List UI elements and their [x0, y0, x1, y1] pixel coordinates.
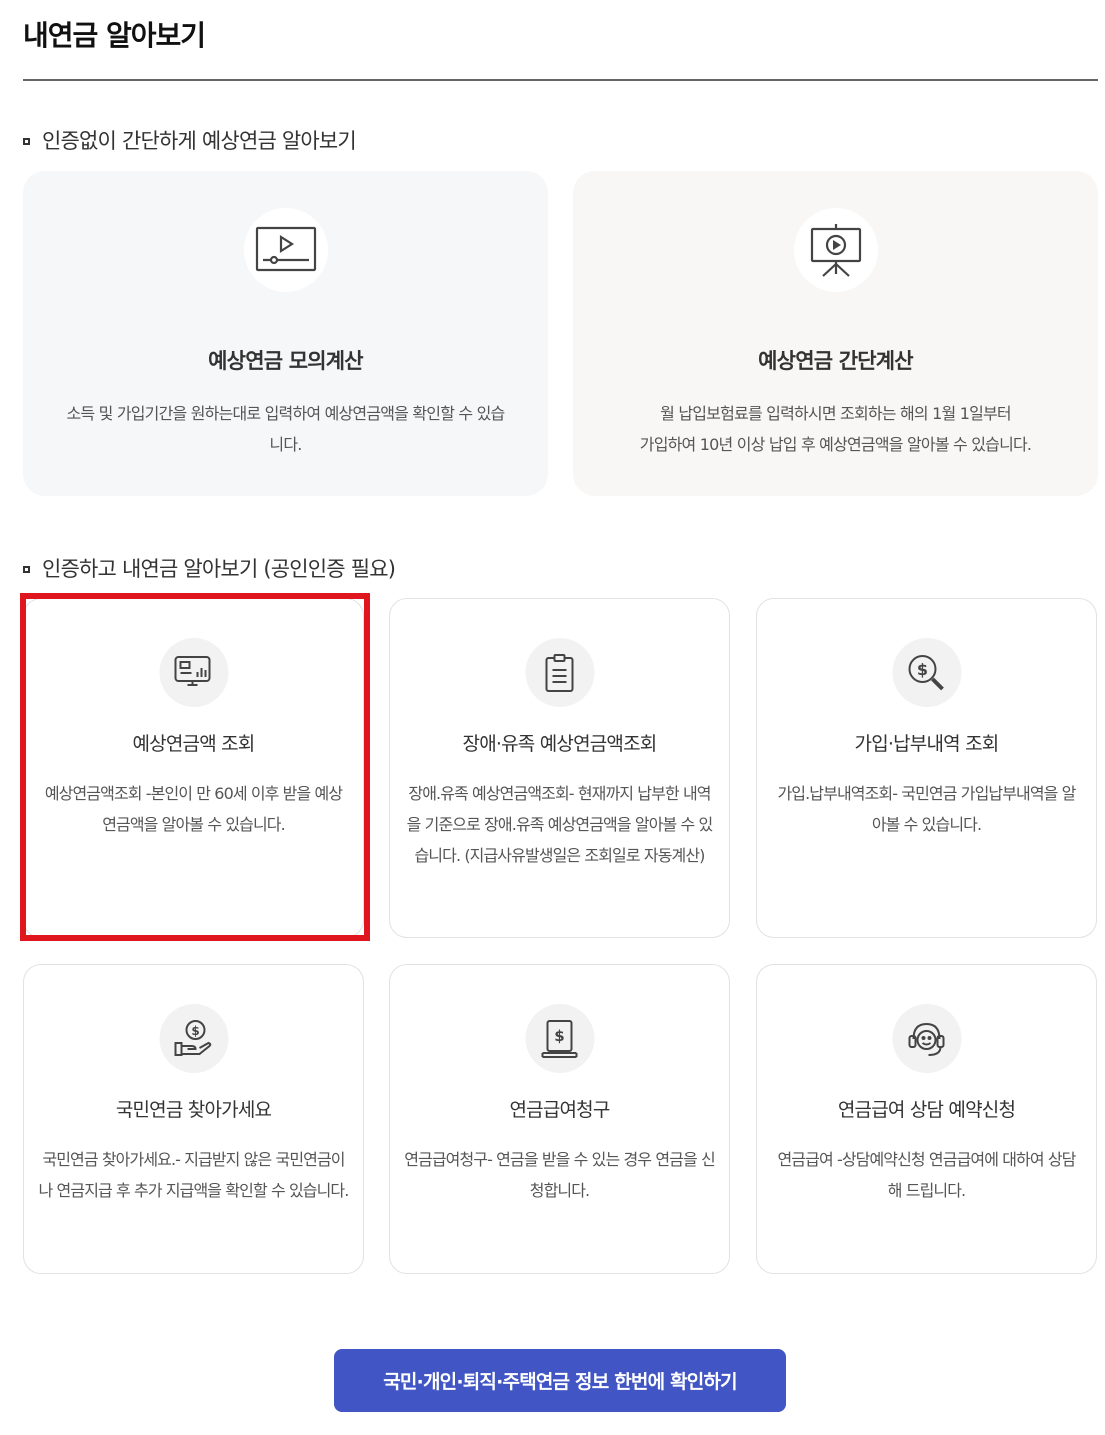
card-subscription-payment-inquiry[interactable]: $ 가입·납부내역 조회 가입.납부내역조회- 국민연금 가입납부내역을 알아볼… [756, 598, 1097, 938]
section-heading-auth: 인증하고 내연금 알아보기 (공인인증 필요) [23, 553, 396, 583]
headset-icon [892, 1004, 961, 1073]
card-title: 예상연금 간단계산 [758, 349, 913, 373]
hand-coin-icon: $ [159, 1004, 228, 1073]
presentation-board-icon [793, 208, 878, 292]
all-pension-info-button[interactable]: 국민·개인·퇴직·주택연금 정보 한번에 확인하기 [334, 1349, 786, 1412]
card-title: 장애·유족 예상연금액조회 [462, 733, 658, 755]
card-title: 예상연금 모의계산 [208, 349, 363, 373]
svg-text:$: $ [554, 1027, 564, 1045]
square-bullet-icon [23, 565, 30, 573]
clipboard-list-icon [525, 638, 594, 707]
section-heading-text: 인증없이 간단하게 예상연금 알아보기 [42, 129, 357, 153]
dollar-search-icon: $ [892, 638, 961, 707]
card-find-pension[interactable]: $ 국민연금 찾아가세요 국민연금 찾아가세요.- 지급받지 않은 국민연금이나… [23, 964, 364, 1274]
card-simple-calculation[interactable]: 예상연금 간단계산 월 납입보험료를 입력하시면 조회하는 해의 1월 1일부터… [573, 171, 1098, 496]
card-description: 연금급여청구- 연금을 받을 수 있는 경우 연금을 신청합니다. [404, 1150, 715, 1200]
card-description: 예상연금액조회 -본인이 만 60세 이후 받을 예상연금액을 알아볼 수 있습… [44, 784, 343, 834]
card-description: 월 납입보험료를 입력하시면 조회하는 해의 1월 1일부터 가입하여 10년 … [613, 398, 1058, 460]
monitor-chart-icon [159, 638, 228, 707]
card-description: 소득 및 가입기간을 원하는대로 입력하여 예상연금액을 확인할 수 있습니다. [66, 404, 506, 454]
card-disability-survivor-inquiry[interactable]: 장애·유족 예상연금액조회 장애.유족 예상연금액조회- 현재까지 납부한 내역… [389, 598, 730, 938]
card-description-line: 월 납입보험료를 입력하시면 조회하는 해의 1월 1일부터 [660, 404, 1012, 423]
card-simulation-calculation[interactable]: 예상연금 모의계산 소득 및 가입기간을 원하는대로 입력하여 예상연금액을 확… [23, 171, 548, 496]
svg-text:$: $ [917, 660, 928, 679]
card-description: 국민연금 찾아가세요.- 지급받지 않은 국민연금이나 연금지급 후 추가 지급… [38, 1150, 350, 1200]
page-title: 내연금 알아보기 [23, 19, 206, 52]
card-description-line: 가입하여 10년 이상 납입 후 예상연금액을 알아볼 수 있습니다. [639, 435, 1032, 454]
card-title: 국민연금 찾아가세요 [115, 1099, 272, 1121]
dollar-document-icon: $ [525, 1004, 594, 1073]
card-title: 연금급여 상담 예약신청 [837, 1099, 1016, 1121]
card-expected-pension-inquiry[interactable]: 예상연금액 조회 예상연금액조회 -본인이 만 60세 이후 받을 예상연금액을… [23, 598, 364, 938]
card-description: 가입.납부내역조회- 국민연금 가입납부내역을 알아볼 수 있습니다. [777, 784, 1076, 834]
card-title: 가입·납부내역 조회 [854, 733, 1000, 755]
card-pension-benefit-claim[interactable]: $ 연금급여청구 연금급여청구- 연금을 받을 수 있는 경우 연금을 신청합니… [389, 964, 730, 1274]
card-description: 장애.유족 예상연금액조회- 현재까지 납부한 내역을 기준으로 장애.유족 예… [406, 784, 714, 865]
section-heading-text: 인증하고 내연금 알아보기 (공인인증 필요) [42, 557, 396, 581]
card-description: 연금급여 -상담예약신청 연금급여에 대하여 상담해 드립니다. [777, 1150, 1076, 1200]
svg-text:$: $ [191, 1024, 199, 1038]
section-heading-no-auth: 인증없이 간단하게 예상연금 알아보기 [23, 125, 357, 155]
square-bullet-icon [23, 137, 30, 145]
card-title: 연금급여청구 [509, 1099, 610, 1121]
title-divider [23, 79, 1098, 81]
video-player-icon [243, 208, 328, 292]
card-benefit-consultation-reservation[interactable]: 연금급여 상담 예약신청 연금급여 -상담예약신청 연금급여에 대하여 상담해 … [756, 964, 1097, 1274]
card-title: 예상연금액 조회 [132, 733, 255, 755]
